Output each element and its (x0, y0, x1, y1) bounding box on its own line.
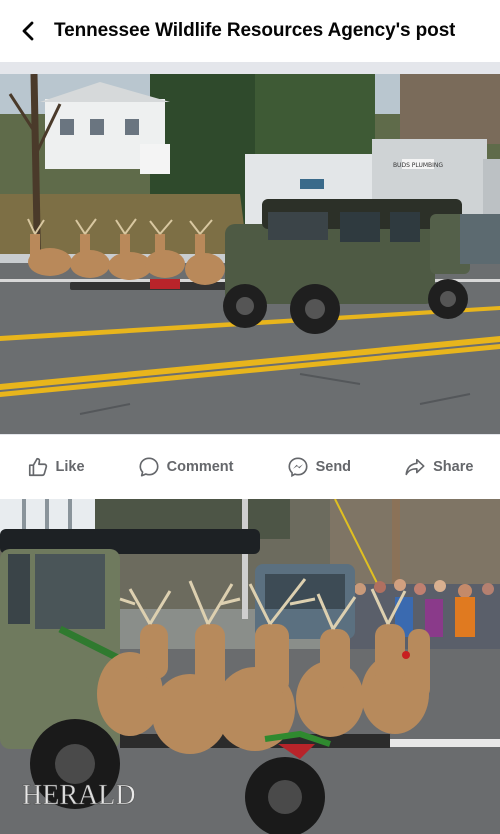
post-photo-2[interactable]: HERALD (0, 499, 500, 834)
messenger-icon (288, 457, 308, 478)
send-button[interactable]: Send (287, 456, 351, 478)
comment-button[interactable]: Comment (138, 456, 234, 478)
building-sign-text: BUDS PLUMBING (393, 162, 443, 169)
post-header: Tennessee Wildlife Resources Agency's po… (0, 0, 500, 62)
chevron-left-icon (22, 21, 34, 41)
share-button[interactable]: Share (404, 456, 473, 478)
thumbs-up-icon (28, 457, 47, 477)
comment-bubble-icon (139, 457, 159, 477)
share-arrow-icon (405, 458, 425, 476)
send-label: Send (315, 459, 352, 475)
share-label: Share (433, 459, 474, 475)
herald-watermark: HERALD (22, 780, 136, 811)
comment-label: Comment (166, 459, 234, 475)
like-label: Like (55, 459, 85, 475)
post-photo-1[interactable]: BUDS PLUMBING (0, 74, 500, 434)
divider (0, 62, 500, 74)
back-button[interactable] (16, 19, 40, 43)
post-actions-bar: Like Comment Send Share (0, 434, 500, 499)
like-button[interactable]: Like (27, 456, 85, 478)
page-title: Tennessee Wildlife Resources Agency's po… (54, 20, 456, 41)
